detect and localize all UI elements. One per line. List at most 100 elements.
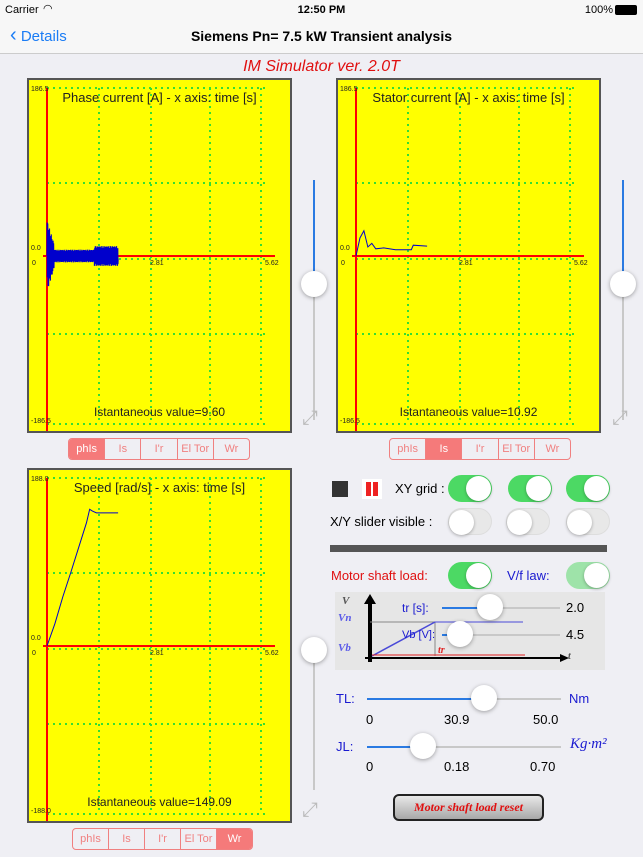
stop-button[interactable] — [332, 481, 348, 497]
x-tick-label: 0 — [32, 650, 36, 657]
diagram-vb-label: Vb — [338, 642, 351, 654]
stator-current-chart[interactable]: Stator current [A] - x axis: time [s] 186… — [336, 78, 601, 433]
xy-grid-toggle-3[interactable] — [566, 475, 610, 502]
x-tick-label: 2.81 — [459, 260, 473, 267]
segment-is[interactable]: Is — [104, 439, 140, 459]
x-tick-label: 0 — [32, 260, 36, 267]
diagram-t-label: t — [568, 651, 571, 662]
phase-current-chart[interactable]: Phase current [A] - x axis: time [s] 186.… — [27, 78, 292, 433]
expand-icon[interactable]: ⤢ — [298, 406, 322, 430]
segment-phis[interactable]: phIs — [73, 829, 108, 849]
x-tick-label: 0 — [341, 260, 345, 267]
vertical-slider-3-thumb[interactable] — [301, 637, 327, 663]
segment-wr[interactable]: Wr — [216, 829, 252, 849]
pause-button[interactable] — [362, 479, 382, 499]
segment-phis[interactable]: phIs — [390, 439, 425, 459]
xy-grid-toggle-1[interactable] — [448, 475, 492, 502]
segment-is[interactable]: Is — [108, 829, 144, 849]
expand-icon[interactable]: ⤢ — [608, 406, 632, 430]
segment-is[interactable]: Is — [425, 439, 462, 459]
segment-eltor[interactable]: El Tor — [176, 439, 213, 459]
segment-ir[interactable]: I'r — [140, 439, 176, 459]
jl-label: JL: — [336, 739, 354, 754]
instantaneous-value: Istantaneous value=149.09 — [87, 795, 232, 809]
segment-wr[interactable]: Wr — [533, 439, 570, 459]
y-min-label: -186.5 — [31, 418, 51, 425]
chart-title: Phase current [A] - x axis: time [s] — [62, 90, 257, 105]
app-title: IM Simulator ver. 2.0T — [243, 58, 400, 75]
motor-load-reset-button[interactable]: Motor shaft load reset — [393, 794, 544, 821]
y-max-label: 186.5 — [31, 86, 49, 93]
speed-chart[interactable]: Speed [rad/s] - x axis: time [s] 188.0 0.0… — [27, 468, 292, 823]
plot-area — [352, 87, 584, 431]
plot-area — [43, 87, 275, 431]
tl-value: 30.9 — [444, 712, 470, 727]
signal-selector-3[interactable]: phIs Is I'r El Tor Wr — [72, 828, 253, 850]
zero-label: 0.0 — [31, 635, 41, 642]
segment-eltor[interactable]: El Tor — [497, 439, 534, 459]
battery-percent: 100% — [584, 4, 613, 16]
segment-ir[interactable]: I'r — [144, 829, 180, 849]
vf-law-label: V/f law: — [507, 568, 550, 583]
diagram-v-label: V — [342, 595, 350, 607]
segment-phis[interactable]: phIs — [69, 439, 105, 459]
zero-label: 0.0 — [31, 245, 41, 252]
expand-icon[interactable]: ⤢ — [298, 798, 322, 822]
instantaneous-value: Istantaneous value=9.60 — [93, 405, 226, 419]
vertical-slider-1[interactable] — [313, 180, 315, 420]
y-min-label: -186.5 — [340, 418, 360, 425]
jl-unit: Kg·m² — [570, 736, 607, 752]
y-min-label: -188.0 — [31, 808, 51, 815]
divider — [330, 545, 607, 552]
jl-min: 0 — [366, 759, 374, 774]
x-tick-label: 2.81 — [150, 260, 164, 267]
trace-line — [46, 222, 119, 287]
slider-visible-toggle-1[interactable] — [448, 508, 492, 535]
vb-value: 4.5 — [566, 627, 585, 642]
page-title: Siemens Pn= 7.5 kW Transient analysis — [190, 28, 453, 44]
trace-line — [46, 508, 119, 647]
zero-label: 0.0 — [340, 245, 350, 252]
clock: 12:50 PM — [297, 4, 346, 16]
segment-wr[interactable]: Wr — [212, 439, 249, 459]
tr-slider-thumb[interactable] — [477, 594, 503, 620]
jl-slider-thumb[interactable] — [410, 733, 436, 759]
vb-slider-thumb[interactable] — [447, 621, 473, 647]
tl-max: 50.0 — [533, 712, 559, 727]
xy-grid-toggle-2[interactable] — [508, 475, 552, 502]
trace-line — [355, 229, 428, 257]
y-max-label: 186.5 — [340, 86, 358, 93]
vf-law-toggle[interactable] — [566, 562, 610, 589]
vertical-slider-2[interactable] — [622, 180, 624, 420]
tl-min: 0 — [366, 712, 374, 727]
tl-slider-thumb[interactable] — [471, 685, 497, 711]
motor-load-toggle[interactable] — [448, 562, 492, 589]
jl-slider[interactable] — [367, 746, 561, 748]
instantaneous-value: Istantaneous value=10.92 — [399, 405, 538, 419]
slider-visible-toggle-2[interactable] — [506, 508, 550, 535]
nav-bar: ‹ Details Siemens Pn= 7.5 kW Transient a… — [0, 20, 643, 54]
tr-label: tr [s]: — [402, 601, 429, 615]
jl-max: 0.70 — [530, 759, 556, 774]
diagram-vn-label: Vn — [338, 612, 352, 624]
chart-title: Stator current [A] - x axis: time [s] — [372, 90, 565, 105]
signal-selector-2[interactable]: phIs Is I'r El Tor Wr — [389, 438, 571, 460]
x-tick-label: 5.62 — [574, 260, 588, 267]
y-max-label: 188.0 — [31, 476, 49, 483]
vertical-slider-2-thumb[interactable] — [610, 271, 636, 297]
slider-visible-toggle-3[interactable] — [566, 508, 610, 535]
diagram-tr-label: tr — [438, 645, 445, 656]
x-tick-label: 5.62 — [265, 650, 279, 657]
segment-ir[interactable]: I'r — [461, 439, 497, 459]
x-tick-label: 5.62 — [265, 260, 279, 267]
motor-load-label: Motor shaft load: — [331, 568, 428, 583]
segment-eltor[interactable]: El Tor — [180, 829, 216, 849]
tl-slider[interactable] — [367, 698, 561, 700]
tr-value: 2.0 — [566, 600, 585, 615]
chart-title: Speed [rad/s] - x axis: time [s] — [73, 480, 246, 495]
xy-grid-label: XY grid : — [395, 481, 445, 496]
signal-selector-1[interactable]: phIs Is I'r El Tor Wr — [68, 438, 250, 460]
plot-area — [43, 477, 275, 821]
vertical-slider-1-thumb[interactable] — [301, 271, 327, 297]
jl-value: 0.18 — [444, 759, 470, 774]
